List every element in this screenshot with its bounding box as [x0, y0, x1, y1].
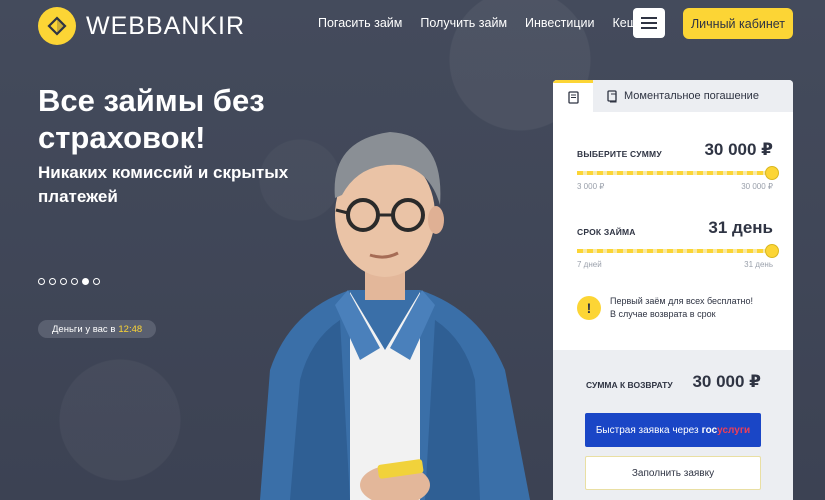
slide-dot-5[interactable]	[82, 278, 89, 285]
notice-line-2: В случае возврата в срок	[610, 309, 716, 319]
nav-investments[interactable]: Инвестиции	[525, 16, 594, 30]
amount-min: 3 000 ₽	[577, 182, 605, 191]
notice-line-1: Первый заём для всех бесплатно!	[610, 296, 754, 306]
term-slider: Срок займа 31 день 7 дней 31 день	[577, 218, 779, 269]
hamburger-icon[interactable]	[633, 8, 665, 38]
return-label: Сумма к возврату	[586, 380, 673, 390]
slide-dot-3[interactable]	[60, 278, 67, 285]
amount-track[interactable]	[577, 171, 773, 175]
header: WEBBANKIR Погасить займ Получить займ Ин…	[0, 0, 825, 48]
receipt-icon	[607, 89, 617, 103]
uslugi-logo-part: услуги	[717, 424, 751, 436]
term-max: 31 день	[744, 260, 773, 269]
exclamation-icon: !	[577, 296, 601, 320]
gosuslugi-quick-apply-button[interactable]: Быстрая заявка через госуслуги	[585, 413, 761, 447]
card-tabs: Моментальное погашение	[553, 80, 793, 112]
main-nav: Погасить займ Получить займ Инвестиции К…	[318, 16, 656, 30]
money-time-value: 12:48	[118, 323, 143, 335]
amount-slider-handle[interactable]	[765, 166, 779, 180]
term-value: 31 день	[708, 218, 773, 237]
term-slider-handle[interactable]	[765, 244, 779, 258]
return-value: 30 000 ₽	[692, 372, 761, 391]
document-icon	[567, 91, 579, 104]
amount-label: Выберите сумму	[577, 149, 662, 159]
amount-max: 30 000 ₽	[741, 182, 773, 191]
card-summary: Сумма к возврату 30 000 ₽ Быстрая заявка…	[553, 350, 793, 500]
slide-dot-6[interactable]	[93, 278, 100, 285]
term-track[interactable]	[577, 249, 773, 253]
hero-person-image	[260, 132, 530, 500]
slide-dot-2[interactable]	[49, 278, 56, 285]
brand-name: WEBBANKIR	[86, 11, 246, 40]
personal-cabinet-button[interactable]: Личный кабинет	[683, 8, 793, 39]
slide-dot-4[interactable]	[71, 278, 78, 285]
money-time-label: Деньги у вас в	[52, 323, 116, 335]
term-min: 7 дней	[577, 260, 602, 269]
tab-instant-label: Моментальное погашение	[624, 90, 759, 102]
fill-application-button[interactable]: Заполнить заявку	[585, 456, 761, 490]
free-loan-notice: ! Первый заём для всех бесплатно! В случ…	[577, 295, 777, 321]
tab-loan[interactable]	[553, 80, 593, 112]
amount-slider: Выберите сумму 30 000 ₽ 3 000 ₽ 30 000 ₽	[577, 140, 779, 191]
money-time-badge: Деньги у вас в 12:48	[38, 320, 157, 338]
loan-calculator-card: Моментальное погашение Выберите сумму 30…	[553, 80, 793, 500]
nav-get-loan[interactable]: Получить займ	[420, 16, 507, 30]
diamond-icon	[38, 7, 76, 45]
slider-dots	[38, 278, 100, 285]
nav-pay-loan[interactable]: Погасить займ	[318, 16, 402, 30]
tab-instant-repayment[interactable]: Моментальное погашение	[593, 80, 793, 112]
gos-button-prefix: Быстрая заявка через	[595, 424, 699, 436]
logo[interactable]: WEBBANKIR	[38, 7, 245, 45]
slide-dot-1[interactable]	[38, 278, 45, 285]
amount-value: 30 000 ₽	[704, 140, 773, 159]
term-label: Срок займа	[577, 227, 636, 237]
gos-logo-part: гос	[701, 424, 718, 436]
